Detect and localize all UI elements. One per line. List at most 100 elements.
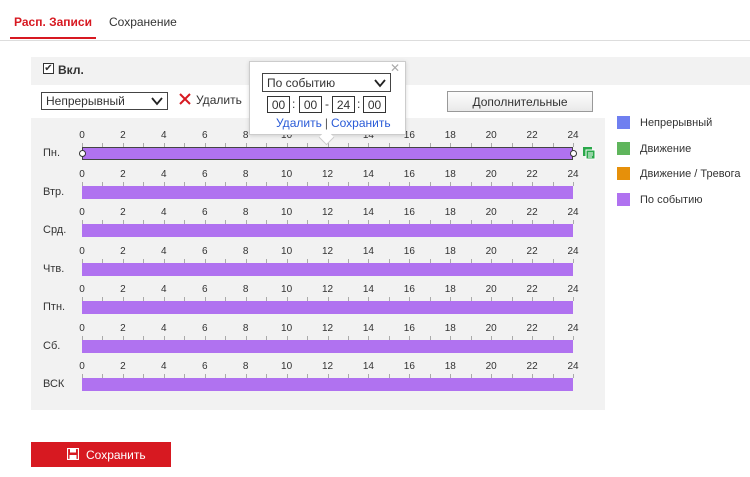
day-label: Сб.: [43, 339, 61, 352]
hour-tick-label: 8: [242, 130, 249, 141]
save-button[interactable]: Сохранить: [31, 442, 171, 467]
floppy-disk-icon: [67, 448, 79, 460]
hour-tick-mark: [573, 143, 574, 147]
hour-tick-label: 12: [321, 322, 334, 334]
hour-tick-label: 0: [79, 361, 85, 372]
hour-tick-label: 22: [526, 168, 538, 180]
legend-label: Непрерывный: [640, 117, 713, 129]
schedule-segment-bar[interactable]: [82, 224, 573, 237]
hour-tick-label: 0: [79, 245, 85, 257]
hour-tick-label: 4: [161, 322, 167, 334]
hour-tick-label: 8: [242, 284, 249, 295]
end-hour-input[interactable]: 24: [332, 96, 355, 113]
schedule-segment-bar[interactable]: [82, 339, 573, 353]
chevron-down-icon: [374, 79, 386, 88]
popup-separator: |: [324, 116, 328, 130]
time-colon: :: [292, 97, 296, 111]
end-minute-input[interactable]: 00: [363, 96, 386, 113]
hour-tick-label: 14: [362, 284, 374, 295]
tab-bar: Расп. Записи Сохранение: [0, 0, 750, 41]
schedule-segment-bar[interactable]: [82, 301, 573, 314]
delete-button[interactable]: Удалить: [196, 93, 242, 107]
hour-tick-label: 20: [485, 207, 497, 218]
hour-tick-label: 14: [362, 168, 374, 180]
tab-storage[interactable]: Сохранение: [109, 0, 177, 39]
hour-tick-label: 18: [444, 245, 456, 257]
hour-tick-label: 18: [444, 168, 456, 180]
close-icon[interactable]: ✕: [390, 61, 400, 75]
popup-type-select-value: По событию: [267, 76, 336, 90]
schedule-segment-bar[interactable]: [82, 147, 573, 160]
hour-tick-label: 16: [403, 207, 415, 218]
hour-tick-label: 12: [321, 168, 334, 180]
hour-tick-label: 0: [79, 168, 85, 180]
hour-tick-label: 0: [79, 284, 85, 295]
segment-resize-handle[interactable]: [570, 150, 577, 157]
advanced-settings-button[interactable]: Дополнительные установки: [447, 91, 593, 129]
record-type-select[interactable]: Непрерывный: [41, 92, 168, 110]
hour-tick-label: 4: [161, 207, 167, 218]
hour-tick-label: 20: [485, 130, 497, 141]
legend-label: Движение / Тревога: [640, 168, 741, 180]
enable-label: Вкл.: [58, 63, 84, 77]
hour-tick-label: 18: [444, 322, 456, 334]
hour-tick-mark: [573, 220, 574, 224]
hour-tick-mark: [573, 258, 574, 263]
hour-tick-mark: [573, 374, 574, 378]
hour-tick-label: 12: [321, 284, 334, 295]
legend-swatch[interactable]: [617, 167, 630, 180]
hour-tick-label: 18: [444, 207, 456, 218]
time-colon: :: [357, 97, 361, 111]
hour-tick-label: 22: [526, 130, 538, 141]
schedule-segment-bar[interactable]: [82, 185, 573, 199]
hour-tick-label: 20: [485, 322, 497, 334]
hour-tick-label: 16: [403, 322, 415, 334]
segment-resize-handle[interactable]: [79, 150, 86, 157]
hour-tick-mark: [573, 181, 574, 186]
hour-tick-label: 12: [321, 207, 334, 218]
popup-actions: Удалить | Сохранить: [276, 116, 391, 130]
hour-tick-label: 18: [444, 284, 456, 295]
time-dash: -: [325, 97, 329, 111]
hour-tick-label: 6: [201, 361, 208, 372]
start-minute-input[interactable]: 00: [299, 96, 322, 113]
hour-tick-label: 12: [321, 361, 334, 372]
hour-tick-label: 2: [120, 361, 126, 372]
start-hour-input[interactable]: 00: [267, 96, 290, 113]
enable-checkbox[interactable]: ✔: [43, 63, 54, 74]
schedule-segment-bar[interactable]: [82, 378, 573, 391]
popup-save-link[interactable]: Сохранить: [331, 116, 391, 130]
hour-tick-label: 20: [485, 284, 497, 295]
legend-swatch[interactable]: [617, 116, 630, 129]
hour-tick-label: 6: [201, 322, 208, 334]
hour-tick-label: 24: [567, 207, 579, 218]
copy-icon[interactable]: [582, 146, 596, 160]
hour-tick-label: 22: [526, 284, 538, 295]
hour-tick-label: 8: [242, 322, 249, 334]
hour-tick-label: 14: [362, 245, 374, 257]
legend-swatch[interactable]: [617, 141, 630, 155]
day-label: ВСК: [43, 378, 65, 390]
hour-tick-label: 22: [526, 322, 538, 334]
hour-tick-label: 10: [281, 361, 293, 372]
hour-tick-label: 6: [201, 284, 208, 295]
hour-tick-label: 8: [242, 207, 249, 218]
delete-x-icon[interactable]: [179, 93, 191, 105]
hour-tick-label: 24: [567, 322, 579, 334]
legend-swatch[interactable]: [617, 192, 630, 206]
hour-tick-label: 24: [567, 245, 579, 257]
hour-tick-label: 18: [444, 130, 456, 141]
hour-tick-label: 16: [403, 284, 415, 295]
hour-tick-label: 6: [201, 168, 208, 180]
legend-label: По событию: [640, 193, 703, 206]
hour-tick-label: 14: [362, 207, 374, 218]
popup-delete-link[interactable]: Удалить: [276, 116, 322, 130]
hour-tick-label: 4: [161, 284, 167, 295]
schedule-segment-bar[interactable]: [82, 262, 573, 276]
popup-type-select[interactable]: По событию: [262, 73, 391, 92]
tab-record-schedule[interactable]: Расп. Записи: [10, 0, 96, 39]
day-label: Втр.: [43, 185, 65, 198]
day-label: Птн.: [43, 301, 66, 313]
hour-tick-label: 10: [281, 245, 293, 257]
hour-tick-label: 14: [362, 361, 374, 372]
